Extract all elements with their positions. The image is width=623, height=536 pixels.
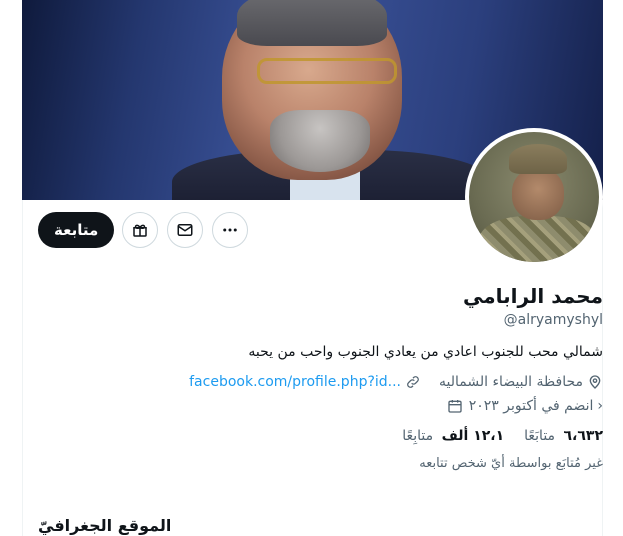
following-stat[interactable]: ٦،٦٣٢ متابَعًا — [524, 428, 603, 444]
followers-stat[interactable]: ١٢،١ ألف متابِعًا — [402, 428, 504, 444]
link-icon — [407, 376, 419, 388]
joined-chevron-icon: ‹ — [597, 398, 603, 414]
profile-stats: ٦،٦٣٢ متابَعًا ١٢،١ ألف متابِعًا — [43, 428, 603, 444]
message-button[interactable] — [167, 212, 204, 248]
follow-button[interactable]: متابعة — [38, 212, 115, 248]
location-text: محافظة البيضاء الشماليه — [439, 374, 583, 390]
location-section-title: الموقع الجغرافيّ — [38, 516, 172, 535]
profile-actions: متابعة — [38, 212, 257, 248]
website-link[interactable]: facebook.com/profile.php?id... — [189, 374, 401, 390]
joined-item: ‹ انضم في أكتوبر ٢٠٢٣ — [447, 398, 603, 414]
gift-icon — [133, 224, 147, 237]
more-horizontal-icon — [223, 228, 237, 232]
profile-info: محمد الرابامي @alryamyshyl شمالي محب للج… — [43, 282, 603, 471]
followers-count: ١٢،١ ألف — [441, 428, 505, 444]
profile-avatar[interactable] — [465, 128, 603, 266]
followers-label: متابِعًا — [402, 428, 434, 444]
gift-button[interactable] — [122, 212, 159, 248]
profile-meta: محافظة البيضاء الشماليه facebook.com/pro… — [43, 374, 603, 414]
profile-name: محمد الرابامي — [462, 284, 603, 308]
more-button[interactable] — [212, 212, 249, 248]
website-item[interactable]: facebook.com/profile.php?id... — [189, 374, 421, 390]
meta-row-joined: ‹ انضم في أكتوبر ٢٠٢٣ — [43, 398, 603, 414]
not-followed-note: غير مُتابَع بواسطة أيّ شخص تتابعه — [419, 456, 603, 471]
mail-icon — [177, 224, 193, 236]
following-label: متابَعًا — [524, 428, 556, 444]
joined-text: انضم في أكتوبر ٢٠٢٣ — [468, 398, 594, 414]
profile-bio: شمالي محب للجنوب اعادي من يعادي الجنوب و… — [248, 344, 603, 360]
following-count: ٦،٦٣٢ — [563, 428, 604, 444]
location-pin-icon — [589, 375, 601, 389]
calendar-icon — [448, 400, 462, 413]
profile-handle: @alryamyshyl — [503, 312, 603, 328]
location-item: محافظة البيضاء الشماليه — [439, 374, 603, 390]
